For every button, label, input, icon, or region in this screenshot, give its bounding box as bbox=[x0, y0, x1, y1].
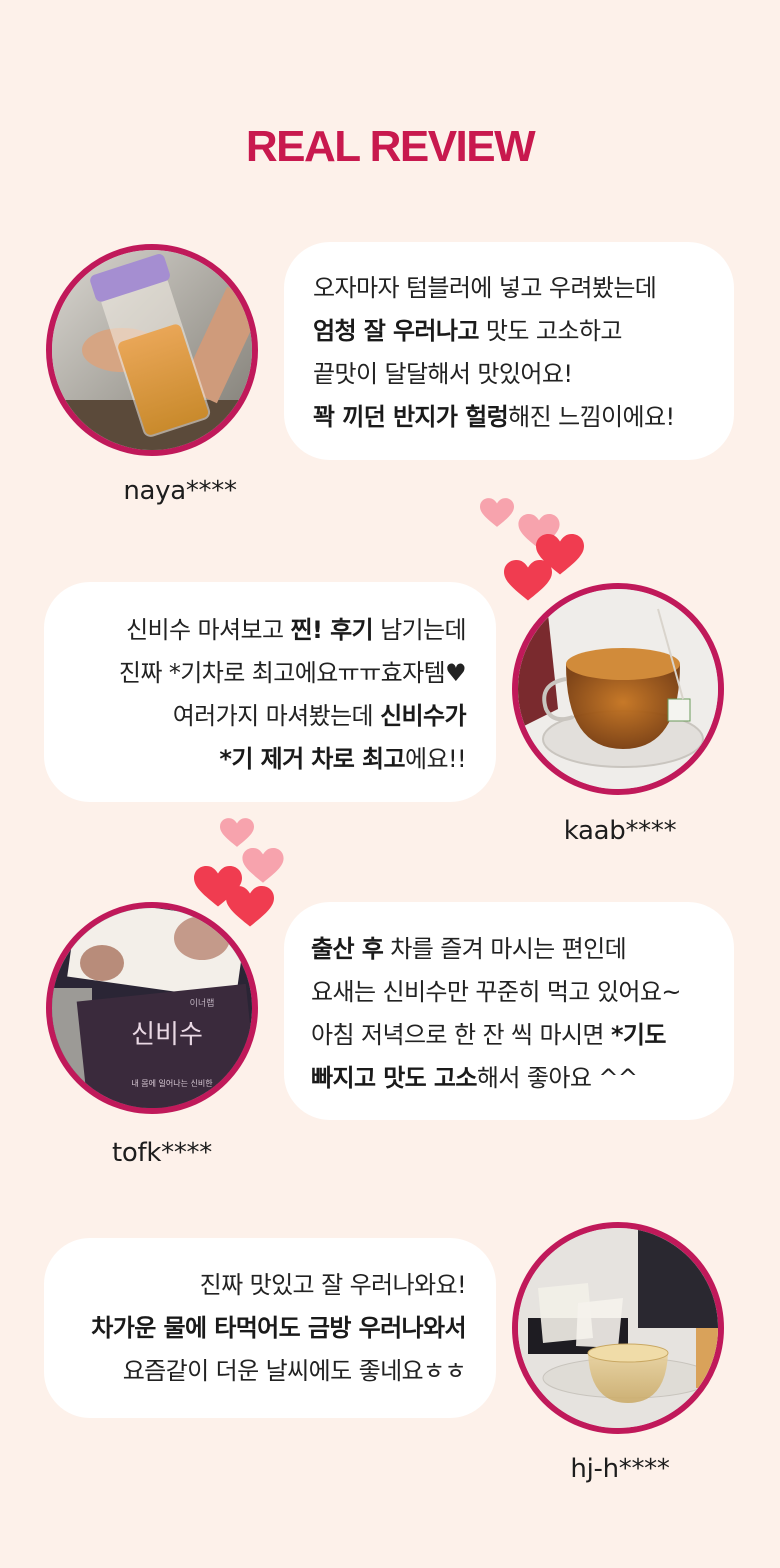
review-username: naya**** bbox=[123, 476, 237, 506]
review-text: 오자마자 텀블러에 넣고 우려봤는데 bbox=[313, 274, 657, 302]
review-text: 아침 저녁으로 한 잔 씩 마시면 bbox=[311, 1021, 611, 1049]
review-text-line: 요즘같이 더운 날씨에도 좋네요ㅎㅎ bbox=[44, 1350, 467, 1393]
review-text: 에요!! bbox=[404, 745, 467, 773]
review-text-bold: 꽉 끼던 반지가 헐렁 bbox=[313, 403, 509, 431]
review-text-line: 오자마자 텀블러에 넣고 우려봤는데 bbox=[313, 267, 734, 310]
review-text-line: 진짜 *기차로 최고에요ㅠㅠ효자템♥ bbox=[44, 652, 467, 695]
review-bubble: 진짜 맛있고 잘 우러나와요! 차가운 물에 타먹어도 금방 우러나와서요즘같이 … bbox=[44, 1238, 496, 1418]
review-text: 진짜 맛있고 잘 우러나와요! bbox=[199, 1271, 467, 1299]
review-text-bold: 신비수가 bbox=[380, 702, 467, 730]
review-text: 진짜 *기차로 최고에요ㅠㅠ효자템♥ bbox=[118, 659, 467, 687]
svg-text:신비수: 신비수 bbox=[131, 1020, 203, 1050]
review-text-line: 끝맛이 달달해서 맛있어요! bbox=[313, 353, 734, 396]
svg-text:내 몸에 일어나는 신비한: 내 몸에 일어나는 신비한 bbox=[131, 1078, 213, 1088]
review-text-line: 요새는 신비수만 꾸준히 먹고 있어요~ bbox=[311, 971, 734, 1014]
teabags-glass-photo-icon bbox=[518, 1228, 718, 1428]
heart-icon bbox=[220, 818, 254, 847]
review-photo-teacup bbox=[512, 583, 724, 795]
review-text: 맛도 고소하고 bbox=[478, 317, 623, 345]
review-text: 해진 느낌이에요! bbox=[508, 403, 675, 431]
review-text-bold: *기도 bbox=[610, 1021, 667, 1049]
review-photo-tumbler bbox=[46, 244, 258, 456]
review-text-line: 출산 후 차를 즐겨 마시는 편인데 bbox=[311, 928, 734, 971]
review-photo-teabags bbox=[512, 1222, 724, 1434]
section-title: REAL REVIEW bbox=[245, 122, 536, 171]
review-text-bold: 찐! 후기 bbox=[290, 616, 374, 644]
review-username: hj-h**** bbox=[570, 1454, 670, 1484]
review-text: 차를 즐겨 마시는 편인데 bbox=[383, 935, 627, 963]
review-text-line: 차가운 물에 타먹어도 금방 우러나와서 bbox=[44, 1307, 466, 1350]
tea-tumbler-photo-icon bbox=[52, 250, 252, 450]
heart-icon bbox=[504, 560, 552, 601]
product-package-photo-icon: 신비수 이너랩 내 몸에 일어나는 신비한 bbox=[52, 908, 252, 1108]
review-text: 신비수 마셔보고 bbox=[126, 616, 291, 644]
tea-cup-photo-icon bbox=[518, 589, 718, 789]
review-text-bold: 빠지고 맛도 고소 bbox=[311, 1064, 477, 1092]
review-text-line: *기 제거 차로 최고에요!! bbox=[44, 738, 466, 781]
review-text: 끝맛이 달달해서 맛있어요! bbox=[313, 360, 573, 388]
review-username: kaab**** bbox=[563, 816, 677, 846]
review-text: 요새는 신비수만 꾸준히 먹고 있어요~ bbox=[311, 978, 681, 1006]
review-text-line: 꽉 끼던 반지가 헐렁해진 느낌이에요! bbox=[313, 396, 734, 439]
review-text-bold: 차가운 물에 타먹어도 금방 우러나와서 bbox=[91, 1314, 466, 1342]
review-text-line: 신비수 마셔보고 찐! 후기 남기는데 bbox=[44, 609, 467, 652]
review-text-line: 진짜 맛있고 잘 우러나와요! bbox=[44, 1264, 467, 1307]
review-text: 요즘같이 더운 날씨에도 좋네요ㅎㅎ bbox=[122, 1357, 467, 1385]
review-text-line: 빠지고 맛도 고소해서 좋아요 ^^ bbox=[311, 1057, 734, 1100]
review-username: tofk**** bbox=[112, 1138, 212, 1168]
review-text: 남기는데 bbox=[373, 616, 467, 644]
review-text: 여러가지 마셔봤는데 bbox=[172, 702, 381, 730]
review-photo-package: 신비수 이너랩 내 몸에 일어나는 신비한 bbox=[46, 902, 258, 1114]
heart-icon bbox=[242, 848, 284, 883]
review-text-bold: 엄청 잘 우러나고 bbox=[313, 317, 479, 345]
review-bubble: 신비수 마셔보고 찐! 후기 남기는데진짜 *기차로 최고에요ㅠㅠ효자템♥ 여러가… bbox=[44, 582, 496, 802]
review-text-bold: *기 제거 차로 최고 bbox=[219, 745, 405, 773]
review-text-line: 여러가지 마셔봤는데 신비수가 bbox=[44, 695, 467, 738]
review-bubble: 출산 후 차를 즐겨 마시는 편인데요새는 신비수만 꾸준히 먹고 있어요~ 아침… bbox=[284, 902, 734, 1120]
review-text-line: 엄청 잘 우러나고 맛도 고소하고 bbox=[313, 310, 734, 353]
review-text-line: 아침 저녁으로 한 잔 씩 마시면 *기도 bbox=[311, 1014, 734, 1057]
heart-icon bbox=[480, 498, 514, 527]
review-text: 해서 좋아요 ^^ bbox=[476, 1064, 638, 1092]
review-text-bold: 출산 후 bbox=[311, 935, 384, 963]
heart-icon bbox=[226, 886, 274, 927]
review-bubble: 오자마자 텀블러에 넣고 우려봤는데엄청 잘 우러나고 맛도 고소하고끝맛이 달… bbox=[284, 242, 734, 460]
svg-text:이너랩: 이너랩 bbox=[190, 997, 215, 1009]
